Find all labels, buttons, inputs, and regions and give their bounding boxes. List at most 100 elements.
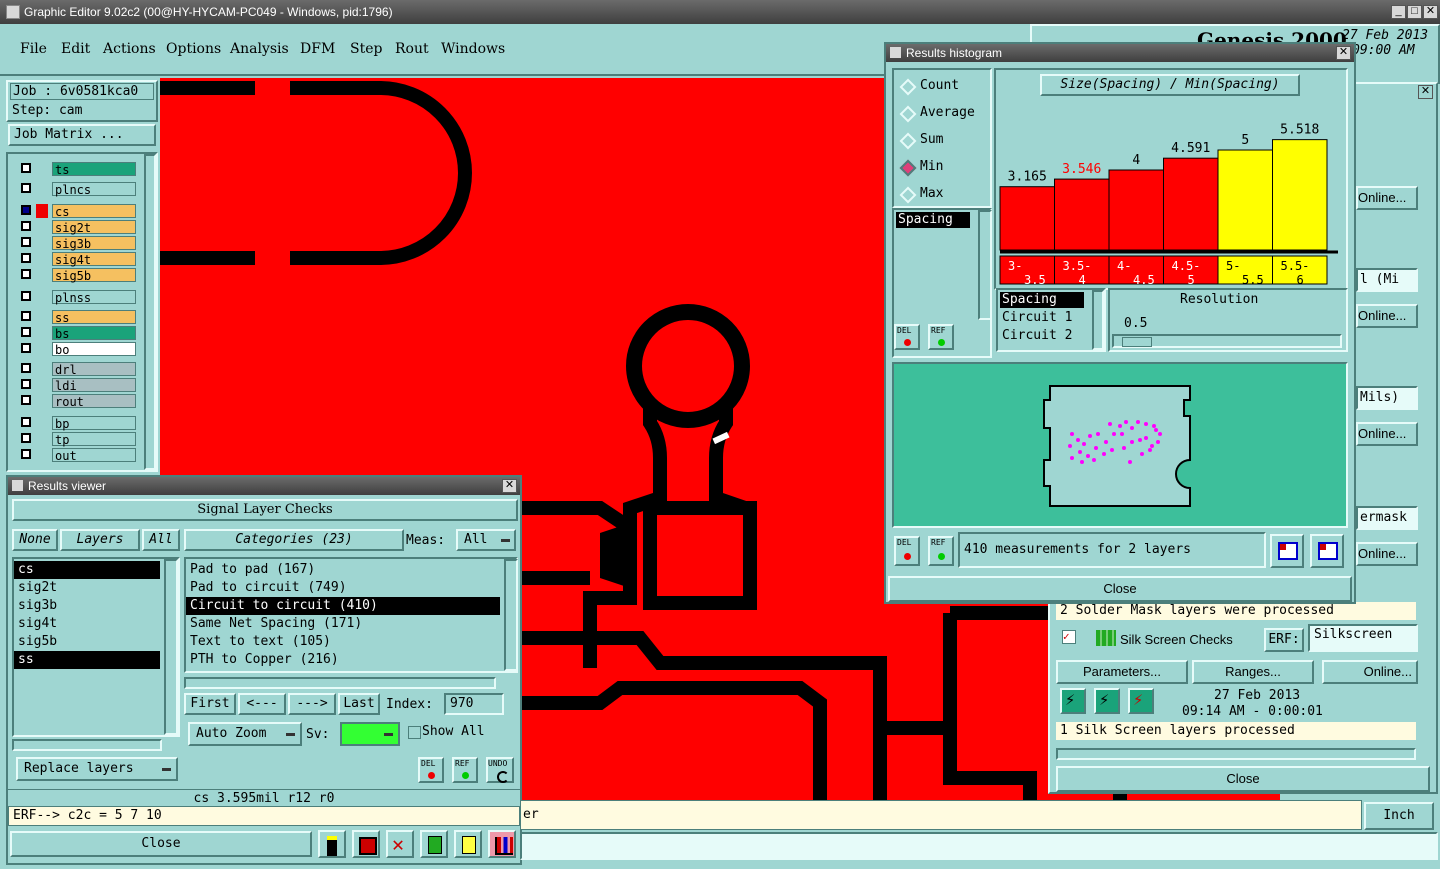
layer-row-rout[interactable]: rout (18, 394, 138, 409)
result-layer-item[interactable]: ss (14, 651, 160, 669)
board-preview[interactable] (892, 362, 1348, 528)
meas-dropdown[interactable]: All (456, 529, 516, 551)
hist-del-button[interactable]: DEL (894, 324, 920, 350)
layer-row-drl[interactable]: drl (18, 362, 138, 377)
online-button-1[interactable]: Online... (1356, 186, 1418, 210)
sv-color-dropdown[interactable] (340, 722, 400, 746)
histogram-button[interactable] (488, 830, 516, 858)
menu-step[interactable]: Step (350, 41, 382, 57)
layer-row-plnss[interactable]: plnss (18, 290, 138, 305)
menu-file[interactable]: File (20, 41, 47, 57)
layer-row-ts[interactable]: ts (18, 162, 138, 177)
silk-check-checkbox[interactable]: ✓ (1062, 630, 1076, 644)
layer-row-bo[interactable]: bo (18, 342, 138, 357)
layer-row-bp[interactable]: bp (18, 416, 138, 431)
command-line[interactable]: ERF--> c2c = 5 7 10 (8, 806, 520, 826)
menu-actions[interactable]: Actions (103, 41, 156, 57)
layer-list-scrollbar[interactable] (144, 154, 156, 470)
layer-checkbox[interactable] (21, 311, 31, 321)
spacing-item[interactable]: Spacing (1000, 292, 1084, 308)
hist-ref-button[interactable]: REF (928, 324, 954, 350)
layer-checkbox[interactable] (21, 253, 31, 263)
category-item[interactable]: Text to text (105) (186, 633, 500, 651)
histogram-close-button[interactable]: Close (888, 576, 1352, 602)
result-layer-item[interactable]: sig4t (14, 615, 160, 633)
graph-tool-button-5[interactable] (454, 830, 482, 858)
histogram-bar[interactable] (1108, 169, 1164, 251)
measure-list-scrollbar[interactable] (978, 210, 992, 320)
layer-checkbox[interactable] (21, 221, 31, 231)
layer-checkbox[interactable] (21, 433, 31, 443)
auto-zoom-dropdown[interactable]: Auto Zoom (188, 722, 302, 746)
parameters-button[interactable]: Parameters... (1056, 660, 1188, 684)
result-layer-item[interactable]: sig3b (14, 597, 160, 615)
histogram-close-icon[interactable]: ✕ (1336, 46, 1351, 60)
histogram-bar[interactable] (1163, 157, 1219, 251)
categories-button[interactable]: Categories (23) (184, 529, 404, 551)
menu-dfm[interactable]: DFM (300, 41, 335, 57)
prev-button[interactable]: <--- (238, 693, 286, 715)
category-item[interactable]: Circuit to circuit (410) (186, 597, 500, 615)
menu-rout[interactable]: Rout (395, 41, 429, 57)
layer-row-ss[interactable]: ss (18, 310, 138, 325)
menu-edit[interactable]: Edit (61, 41, 90, 57)
category-item[interactable]: Pad to pad (167) (186, 561, 500, 579)
next-button[interactable]: ---> (288, 693, 336, 715)
menu-analysis[interactable]: Analysis (230, 41, 289, 57)
category-list[interactable]: Pad to pad (167) Pad to circuit (749) Circ… (184, 557, 518, 673)
none-button[interactable]: None (12, 529, 58, 551)
resolution-slider-thumb[interactable] (1122, 337, 1152, 347)
layer-checkbox[interactable] (21, 417, 31, 427)
graph-tool-button-2[interactable] (352, 830, 380, 858)
rv-del-button[interactable]: DEL (418, 757, 444, 783)
circuit-2-item[interactable]: Circuit 2 (1002, 328, 1072, 343)
resolution-slider[interactable] (1112, 334, 1342, 348)
index-input[interactable]: 970 (444, 693, 504, 715)
graph-tool-button-4[interactable] (420, 830, 448, 858)
result-layer-item[interactable]: sig5b (14, 633, 160, 651)
layer-checkbox[interactable] (21, 163, 31, 173)
first-button[interactable]: First (184, 693, 236, 715)
menu-windows[interactable]: Windows (441, 41, 505, 57)
checks-hscroll[interactable] (1056, 748, 1416, 760)
radio-count[interactable]: Count (899, 78, 988, 96)
result-layer-item[interactable]: sig2t (14, 579, 160, 597)
bottom-field[interactable] (520, 832, 1438, 860)
histogram-bar[interactable] (999, 186, 1055, 251)
layer-checkbox[interactable] (21, 269, 31, 279)
online-button-2[interactable]: Online... (1356, 304, 1418, 328)
radio-average[interactable]: Average (899, 105, 988, 123)
show-all-checkbox[interactable] (408, 726, 421, 739)
zoom-to-fit-button[interactable] (1270, 534, 1304, 568)
job-matrix-button[interactable]: Job Matrix ... (8, 124, 156, 146)
layer-result-scrollbar[interactable] (164, 559, 178, 735)
layer-checkbox[interactable] (21, 363, 31, 373)
online-button-3[interactable]: Online... (1356, 422, 1418, 446)
graph-tool-button-1[interactable] (318, 830, 346, 858)
radio-sum[interactable]: Sum (899, 132, 988, 150)
layer-row-ldi[interactable]: ldi (18, 378, 138, 393)
layer-checkbox[interactable] (21, 237, 31, 247)
spacing-list-scrollbar[interactable] (1092, 290, 1104, 350)
layer-checkbox[interactable] (21, 205, 31, 215)
layer-row-sig2t[interactable]: sig2t (18, 220, 138, 235)
category-hscroll[interactable] (184, 677, 496, 689)
category-item[interactable]: PTH to Copper (216) (186, 651, 500, 669)
close-window-button[interactable]: ✕ (1423, 5, 1438, 19)
layers-button[interactable]: Layers (60, 529, 140, 551)
histogram-bar[interactable] (1054, 178, 1110, 251)
histogram-bar[interactable] (1217, 149, 1273, 251)
spacing-circuit-list[interactable]: Spacing Circuit 1 Circuit 2 (996, 288, 1106, 352)
layer-row-sig5b[interactable]: sig5b (18, 268, 138, 283)
layer-row-plncs[interactable]: plncs (18, 182, 138, 197)
rv-ref-button[interactable]: REF (452, 757, 478, 783)
results-viewer-close-icon[interactable]: ✕ (502, 479, 517, 493)
run-button[interactable]: ⚡ (1060, 688, 1086, 714)
units-button[interactable]: Inch (1364, 802, 1434, 830)
checks-panel-close-icon[interactable]: ✕ (1418, 85, 1433, 99)
radio-min[interactable]: Min (899, 159, 988, 177)
radio-max[interactable]: Max (899, 186, 988, 204)
layer-checkbox[interactable] (21, 183, 31, 193)
replace-layers-dropdown[interactable]: Replace layers (16, 757, 178, 781)
layer-row-tp[interactable]: tp (18, 432, 138, 447)
